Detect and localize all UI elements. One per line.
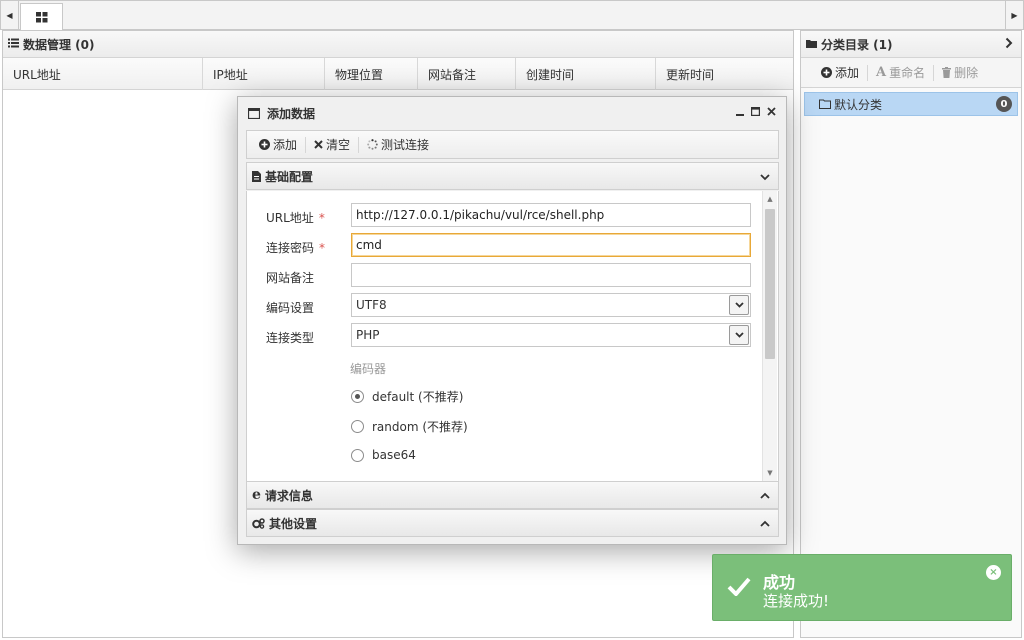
section-other-settings[interactable]: 其他设置 [246, 509, 779, 537]
folder-outline-icon [819, 99, 831, 109]
window-icon [248, 108, 260, 119]
column-header-location[interactable]: 物理位置 [325, 58, 418, 90]
chevron-up-icon[interactable] [760, 489, 770, 503]
success-toast: 成功 连接成功! × [712, 554, 1012, 621]
dialog-clear-button[interactable]: 清空 [306, 136, 358, 153]
tab-scroll-left-button[interactable]: ◀ [1, 1, 19, 29]
encoding-label: 编码设置 [266, 301, 315, 315]
section-request-info[interactable]: e 请求信息 [246, 481, 779, 509]
spinner-icon [367, 139, 378, 150]
dialog-add-button[interactable]: 添加 [251, 136, 305, 153]
rename-category-button[interactable]: A 重命名 [868, 64, 933, 81]
dialog-title: 添加数据 [267, 107, 316, 121]
encoding-select[interactable]: UTF8 [351, 293, 751, 317]
note-label: 网站备注 [266, 271, 315, 285]
trash-icon [942, 67, 952, 78]
dialog-toolbar: 添加 清空 测试连接 [246, 130, 779, 159]
radio-selected[interactable] [351, 390, 364, 403]
minimize-icon[interactable] [736, 105, 744, 120]
radio-unselected[interactable] [351, 448, 364, 462]
font-icon: A [876, 65, 887, 80]
tab-bar: ◀ ▶ [0, 0, 1024, 30]
section-other-title: 其他设置 [269, 516, 318, 531]
category-panel-header: 分类目录 (1) [801, 31, 1021, 58]
dialog-add-label: 添加 [273, 138, 298, 152]
section-basic-title: 基础配置 [265, 169, 314, 184]
password-input[interactable] [351, 233, 751, 257]
grid-icon [35, 11, 47, 22]
test-connection-button[interactable]: 测试连接 [359, 136, 437, 153]
encoder-option-random[interactable]: random (不推荐) [351, 418, 468, 435]
dialog-titlebar[interactable]: 添加数据 [238, 97, 786, 130]
scroll-up-icon[interactable]: ▲ [763, 192, 777, 206]
column-header-ip[interactable]: IP地址 [203, 58, 325, 90]
encoder-option-label: default (不推荐) [372, 390, 464, 404]
column-header-note[interactable]: 网站备注 [418, 58, 516, 90]
category-item-label: 默认分类 [834, 97, 883, 112]
delete-category-button[interactable]: 删除 [934, 64, 986, 81]
gears-icon [252, 517, 265, 529]
category-toolbar: 添加 A 重命名 删除 [801, 58, 1021, 88]
scroll-down-icon[interactable]: ▼ [763, 466, 777, 480]
encoder-option-default[interactable]: default (不推荐) [351, 388, 463, 405]
form-scrollbar[interactable]: ▲ ▼ [762, 191, 777, 481]
data-panel-title: 数据管理 (0) [23, 37, 95, 52]
encoder-label: 编码器 [350, 362, 387, 376]
test-connection-label: 测试连接 [381, 138, 430, 152]
close-icon[interactable] [767, 105, 776, 120]
column-header-url[interactable]: URL地址 [3, 58, 203, 90]
category-panel-title: 分类目录 (1) [821, 37, 893, 52]
url-label: URL地址 * [266, 211, 325, 225]
list-icon [8, 37, 19, 51]
connection-type-label: 连接类型 [266, 331, 315, 345]
connection-type-select[interactable]: PHP [351, 323, 751, 347]
required-mark: * [318, 211, 325, 225]
scrollbar-thumb[interactable] [765, 209, 775, 359]
collapse-panel-icon[interactable] [1005, 37, 1013, 52]
delete-category-label: 删除 [954, 66, 979, 80]
add-category-button[interactable]: 添加 [813, 64, 867, 81]
section-request-title: 请求信息 [264, 488, 313, 503]
file-text-icon [252, 170, 261, 182]
data-grid-header: URL地址 IP地址 物理位置 网站备注 创建时间 更新时间 [3, 58, 793, 90]
category-panel: 分类目录 (1) 添加 A 重命名 删除 默认分类 0 [800, 30, 1022, 638]
data-panel-header: 数据管理 (0) [3, 31, 793, 58]
required-mark: * [319, 241, 326, 255]
plus-circle-icon [821, 67, 832, 78]
radio-unselected[interactable] [351, 420, 364, 433]
password-label: 连接密码 * [266, 241, 326, 255]
add-data-dialog: 添加数据 添加 清空 测试连接 基础配置 URL地址 * http://127.… [237, 96, 787, 545]
category-count-badge: 0 [996, 96, 1012, 112]
column-header-created[interactable]: 创建时间 [516, 58, 656, 90]
toast-message: 连接成功! [763, 592, 830, 610]
ie-icon: e [252, 487, 261, 503]
plus-circle-icon [259, 139, 270, 150]
connection-type-value: PHP [356, 328, 380, 342]
basic-config-form: URL地址* 连接密码* 网站备注 编码设置 UTF8 连接类型 PHP 编码器… [246, 191, 779, 481]
check-icon [727, 577, 751, 596]
note-input[interactable] [351, 263, 751, 287]
encoder-option-label: base64 [372, 448, 416, 462]
chevron-down-icon[interactable] [729, 295, 749, 315]
rename-category-label: 重命名 [889, 66, 926, 80]
chevron-down-icon[interactable] [760, 170, 770, 184]
toast-close-icon[interactable]: × [986, 565, 1001, 580]
times-icon [314, 140, 323, 149]
url-input[interactable] [351, 203, 751, 227]
tab-home[interactable] [20, 3, 63, 30]
add-category-label: 添加 [835, 66, 860, 80]
dialog-clear-label: 清空 [326, 138, 351, 152]
maximize-icon[interactable] [751, 105, 761, 120]
column-header-updated[interactable]: 更新时间 [656, 58, 793, 90]
chevron-up-icon[interactable] [760, 517, 770, 531]
tab-scroll-right-button[interactable]: ▶ [1005, 1, 1023, 29]
section-basic-config[interactable]: 基础配置 [246, 162, 779, 190]
encoding-value: UTF8 [356, 298, 387, 312]
encoder-option-label: random (不推荐) [372, 420, 468, 434]
category-item-default[interactable]: 默认分类 0 [804, 92, 1018, 116]
encoder-option-base64[interactable]: base64 [351, 448, 416, 462]
chevron-down-icon[interactable] [729, 325, 749, 345]
folder-icon [806, 37, 817, 51]
